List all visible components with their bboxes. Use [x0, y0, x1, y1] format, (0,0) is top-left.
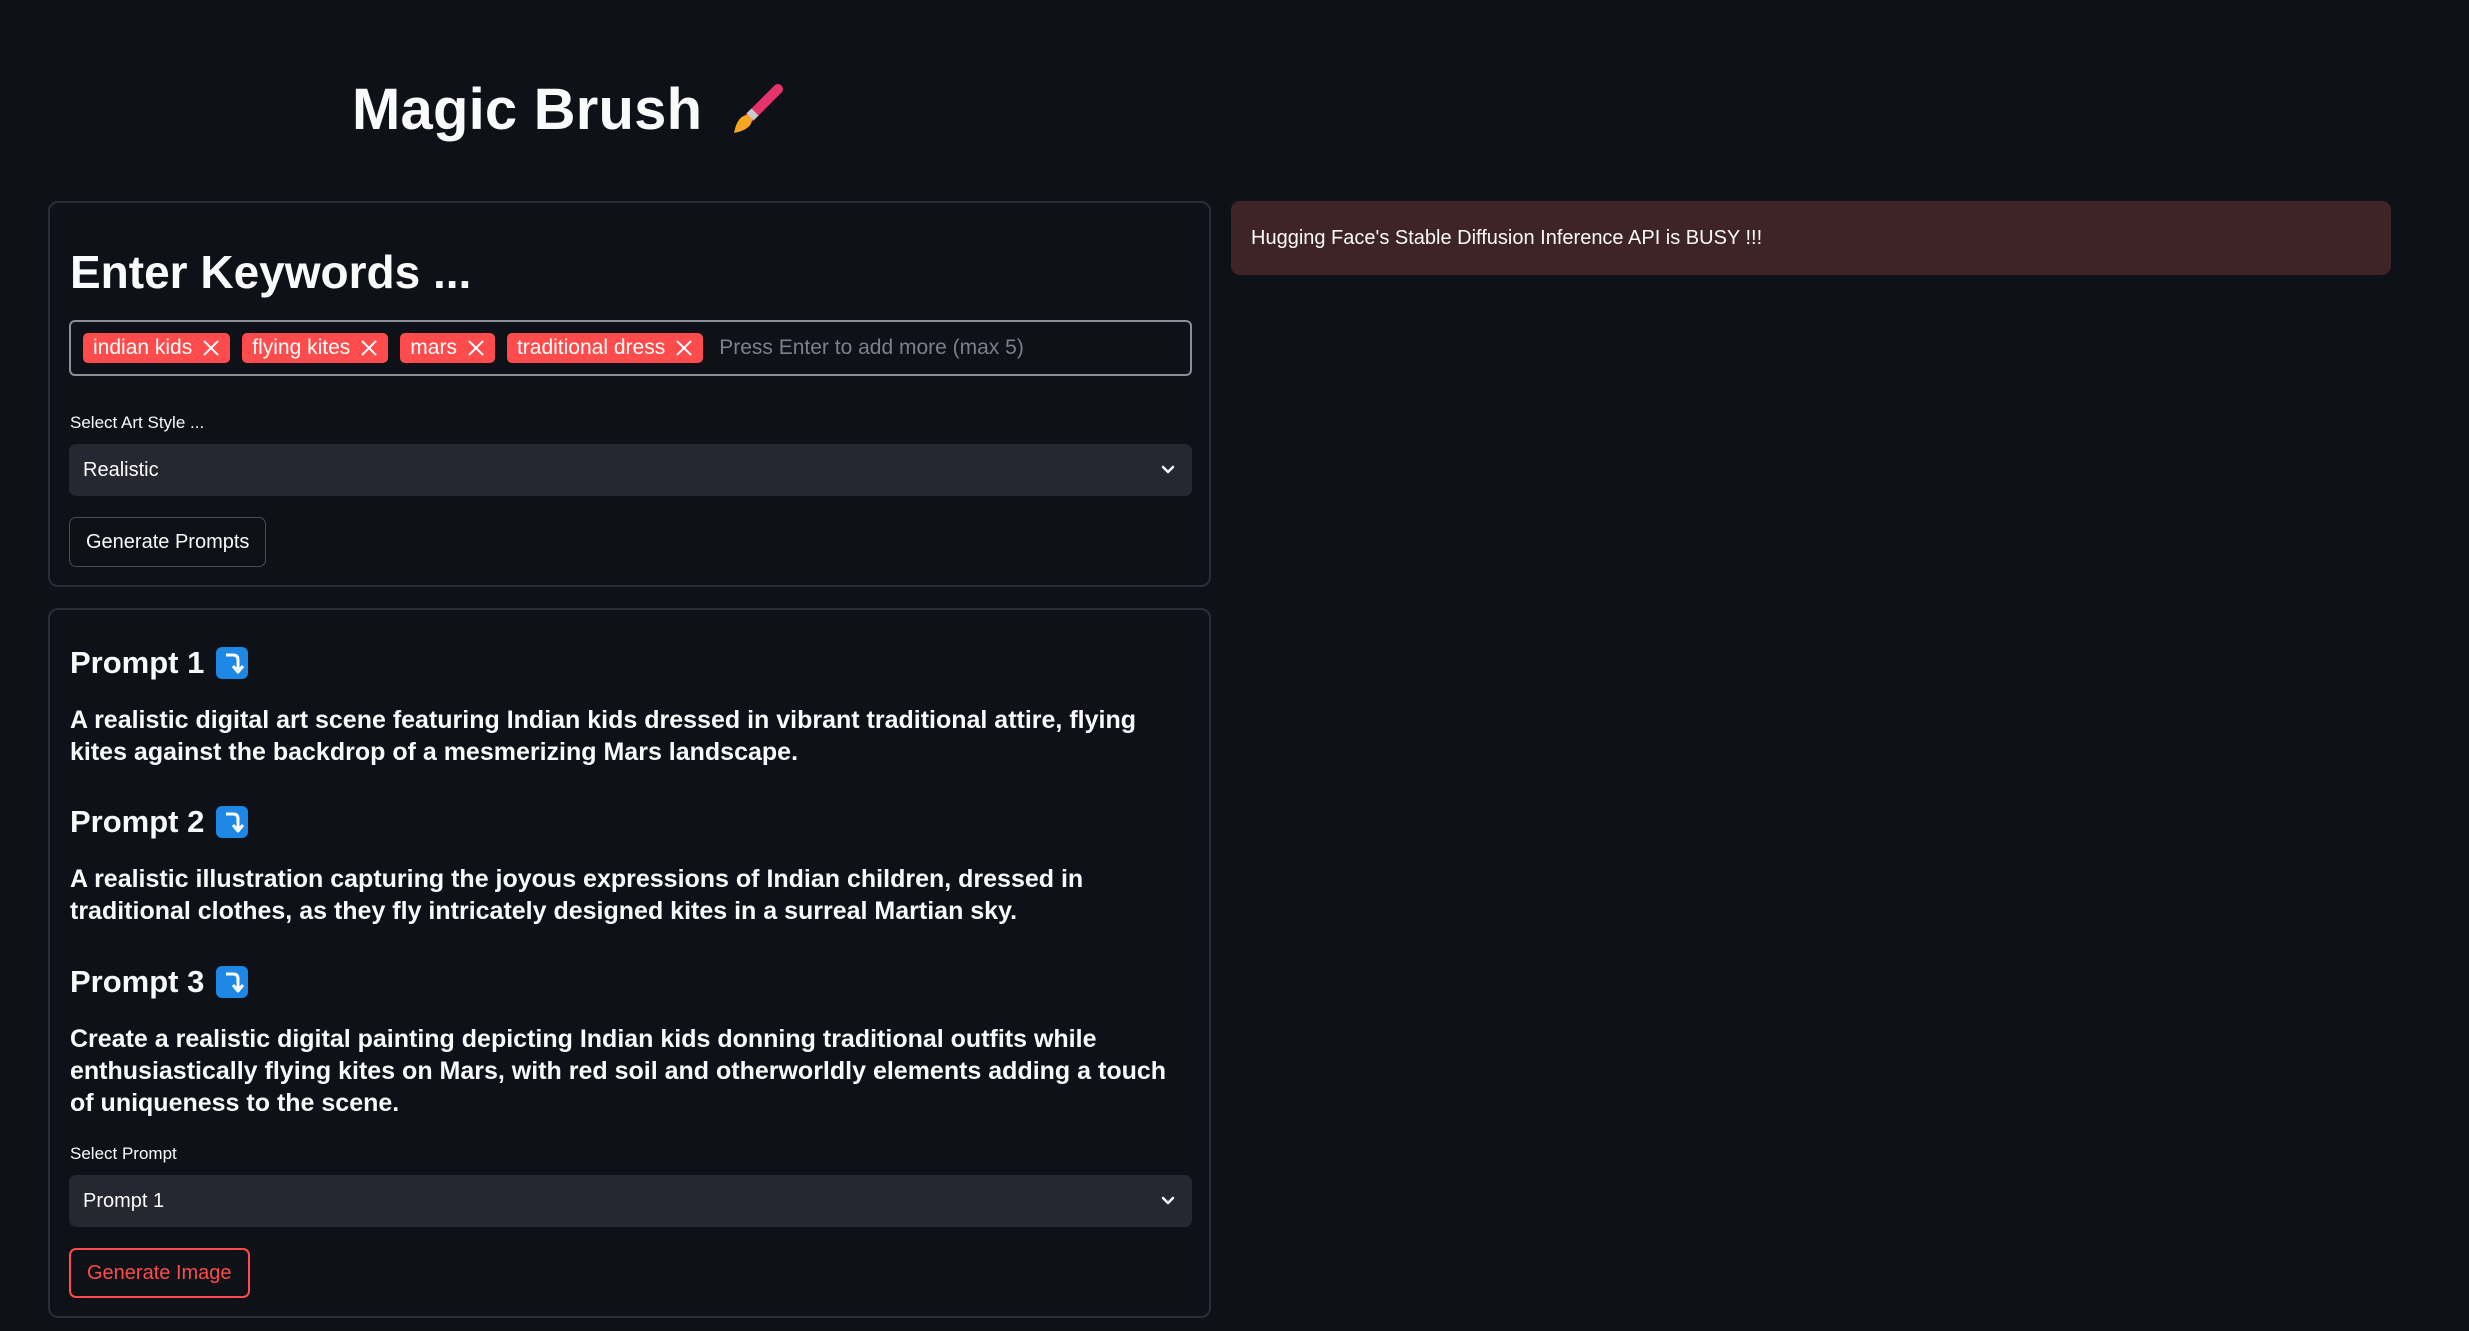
app-title: Magic Brush: [352, 76, 786, 143]
tag-indian-kids[interactable]: indian kids: [83, 333, 231, 363]
select-prompt-label: Select Prompt: [70, 1144, 177, 1163]
prompt-2-text: A realistic illustration capturing the j…: [70, 865, 1084, 925]
art-style-select[interactable]: Realistic: [69, 444, 1192, 496]
prompt-3-heading: Prompt 3: [70, 964, 249, 1000]
app-title-text: Magic Brush: [352, 77, 703, 142]
error-alert: Hugging Face's Stable Diffusion Inferenc…: [1231, 201, 2391, 275]
art-style-label: Select Art Style ...: [70, 413, 205, 432]
generate-prompts-button[interactable]: Generate Prompts: [69, 517, 267, 567]
keywords-card: Enter Keywords ... indian kids flying ki…: [48, 201, 1211, 587]
chevron-down-icon: [1158, 460, 1178, 480]
chevron-down-icon: [1158, 1191, 1178, 1211]
arrow-down-right-icon: [216, 966, 249, 998]
close-icon[interactable]: [467, 339, 485, 357]
tag-label: indian kids: [93, 336, 193, 359]
paintbrush-icon: [728, 81, 786, 139]
tag-label: mars: [410, 336, 457, 359]
close-icon[interactable]: [202, 339, 220, 357]
tag-flying-kites[interactable]: flying kites: [242, 333, 389, 363]
prompt-2-heading: Prompt 2: [70, 804, 249, 840]
tag-traditional-dress[interactable]: traditional dress: [506, 333, 704, 363]
tag-label: traditional dress: [516, 336, 666, 359]
arrow-down-right-icon: [216, 806, 249, 838]
prompts-card: Prompt 1 A realistic digital art scene f…: [48, 608, 1211, 1318]
prompt-title: Prompt 3: [70, 964, 205, 999]
prompt-title: Prompt 2: [70, 804, 205, 839]
alert-message: Hugging Face's Stable Diffusion Inferenc…: [1251, 226, 1763, 249]
tag-text-input[interactable]: [715, 335, 1136, 361]
close-icon[interactable]: [675, 339, 693, 357]
prompt-1-text: A realistic digital art scene featuring …: [70, 706, 1136, 766]
arrow-down-right-icon: [216, 647, 249, 679]
prompt-1-heading: Prompt 1: [70, 645, 249, 681]
keywords-heading: Enter Keywords ...: [70, 246, 472, 298]
select-prompt-value: Prompt 1: [83, 1189, 165, 1212]
prompt-title: Prompt 1: [70, 645, 205, 680]
select-prompt-dropdown[interactable]: Prompt 1: [69, 1175, 1192, 1227]
close-icon[interactable]: [360, 339, 378, 357]
generate-image-button[interactable]: Generate Image: [69, 1248, 250, 1298]
keywords-tag-input[interactable]: indian kids flying kites mars traditiona…: [69, 320, 1192, 376]
prompt-3-text: Create a realistic digital painting depi…: [70, 1025, 1167, 1117]
tag-mars[interactable]: mars: [400, 333, 495, 363]
art-style-value: Realistic: [83, 458, 159, 481]
tag-label: flying kites: [252, 336, 351, 359]
